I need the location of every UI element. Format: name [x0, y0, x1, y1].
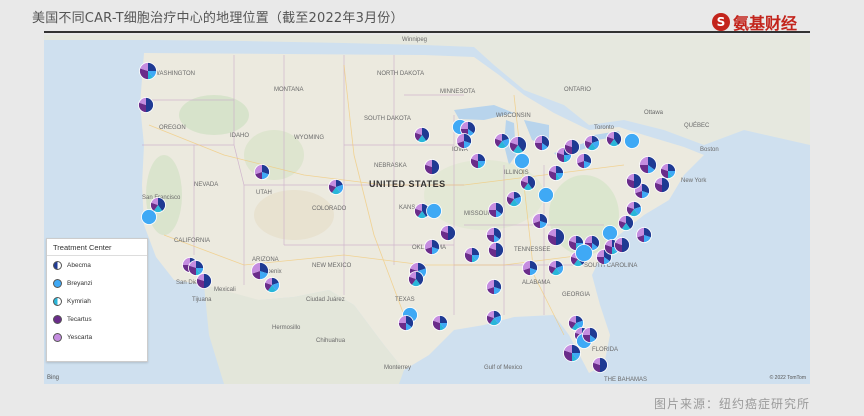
treatment-center-marker[interactable] — [618, 215, 634, 231]
treatment-center-marker[interactable] — [509, 136, 527, 154]
treatment-center-marker[interactable] — [592, 357, 608, 373]
image-source: 图片来源：纽约癌症研究所 — [653, 397, 810, 411]
marker-slice — [448, 225, 456, 241]
marker-slice — [496, 242, 504, 258]
treatment-center-marker[interactable] — [432, 315, 448, 331]
page-title: 美国不同CAR-T细胞治疗中心的地理位置（截至2022年3月份） — [32, 11, 404, 26]
legend-swatch-breyanzi — [53, 278, 62, 288]
treatment-center-markers — [138, 62, 676, 373]
treatment-center-marker[interactable] — [470, 153, 486, 169]
legend-swatch-abecma — [53, 260, 62, 270]
treatment-center-marker[interactable] — [188, 260, 204, 276]
legend-label: Tecartus — [67, 315, 92, 323]
treatment-center-marker[interactable] — [626, 173, 642, 189]
treatment-center-marker[interactable] — [626, 201, 642, 217]
treatment-center-marker[interactable] — [520, 175, 536, 191]
treatment-center-marker[interactable] — [624, 133, 640, 149]
legend-swatch-kymriah — [53, 296, 62, 306]
treatment-center-marker[interactable] — [251, 262, 269, 280]
treatment-center-marker[interactable] — [328, 179, 344, 195]
treatment-center-marker[interactable] — [532, 213, 548, 229]
map-copyright: © 2022 TomTom — [769, 375, 806, 381]
treatment-center-marker[interactable] — [506, 191, 522, 207]
treatment-center-marker[interactable] — [576, 153, 592, 169]
treatment-center-marker[interactable] — [196, 273, 212, 289]
legend-label: Kymriah — [67, 297, 91, 305]
treatment-center-marker[interactable] — [424, 159, 440, 175]
treatment-center-marker[interactable] — [548, 165, 564, 181]
treatment-center-marker[interactable] — [264, 277, 280, 293]
treatment-center-marker[interactable] — [522, 260, 538, 276]
treatment-center-marker[interactable] — [614, 237, 630, 253]
treatment-center-marker[interactable] — [440, 225, 456, 241]
title-divider — [44, 31, 810, 33]
legend-item-abecma: Abecma — [47, 256, 147, 274]
legend-item-breyanzi: Breyanzi — [47, 274, 147, 292]
treatment-center-marker[interactable] — [141, 209, 157, 225]
marker-slice — [622, 237, 630, 253]
treatment-center-marker[interactable] — [636, 227, 652, 243]
treatment-center-marker[interactable] — [254, 164, 270, 180]
treatment-center-marker[interactable] — [602, 225, 618, 241]
treatment-center-marker[interactable] — [426, 203, 442, 219]
treatment-center-marker[interactable] — [514, 153, 530, 169]
treatment-center-marker[interactable] — [582, 327, 598, 343]
treatment-center-marker[interactable] — [139, 62, 157, 80]
treatment-center-marker[interactable] — [488, 202, 504, 218]
treatment-center-marker[interactable] — [534, 135, 550, 151]
treatment-center-marker[interactable] — [414, 127, 430, 143]
treatment-center-marker[interactable] — [639, 156, 657, 174]
legend: Treatment Center Abecma Breyanzi Kymriah… — [46, 238, 148, 362]
treatment-center-marker[interactable] — [575, 244, 593, 262]
treatment-center-marker[interactable] — [486, 227, 502, 243]
treatment-center-marker[interactable] — [660, 163, 676, 179]
legend-swatch-yescarta — [53, 332, 62, 342]
treatment-center-marker[interactable] — [486, 310, 502, 326]
treatment-center-marker[interactable] — [464, 247, 480, 263]
treatment-center-marker[interactable] — [424, 239, 440, 255]
treatment-center-marker[interactable] — [547, 228, 565, 246]
legend-label: Breyanzi — [67, 279, 93, 287]
treatment-center-marker[interactable] — [494, 133, 510, 149]
treatment-center-marker[interactable] — [408, 271, 424, 287]
treatment-center-marker[interactable] — [584, 135, 600, 151]
treatment-center-marker[interactable] — [564, 139, 580, 155]
treatment-center-marker[interactable] — [398, 315, 414, 331]
marker-slice — [432, 159, 440, 175]
treatment-center-marker[interactable] — [488, 242, 504, 258]
treatment-center-marker[interactable] — [538, 187, 554, 203]
treatment-center-marker[interactable] — [456, 133, 472, 149]
treatment-center-marker[interactable] — [486, 279, 502, 295]
marker-slice — [662, 177, 670, 193]
logo-icon: S — [712, 13, 730, 31]
treatment-center-marker[interactable] — [563, 344, 581, 362]
legend-title: Treatment Center — [47, 239, 147, 256]
marker-slice — [146, 97, 154, 113]
marker-slice — [556, 228, 565, 246]
legend-item-kymriah: Kymriah — [47, 292, 147, 310]
legend-label: Yescarta — [67, 333, 93, 341]
bing-attribution: Bing — [47, 375, 60, 381]
legend-label: Abecma — [67, 261, 91, 269]
us-map[interactable]: UNITED STATES Winnipeg WASHINGTON OREGON… — [44, 35, 810, 384]
treatment-center-marker[interactable] — [606, 131, 622, 147]
treatment-center-marker[interactable] — [654, 177, 670, 193]
marker-slice — [600, 357, 608, 373]
legend-item-tecartus: Tecartus — [47, 310, 147, 328]
marker-slice — [204, 273, 212, 289]
treatment-center-marker[interactable] — [548, 260, 564, 276]
legend-item-yescarta: Yescarta — [47, 328, 147, 346]
legend-swatch-tecartus — [53, 314, 62, 324]
marker-slice — [572, 139, 580, 155]
treatment-center-marker[interactable] — [138, 97, 154, 113]
